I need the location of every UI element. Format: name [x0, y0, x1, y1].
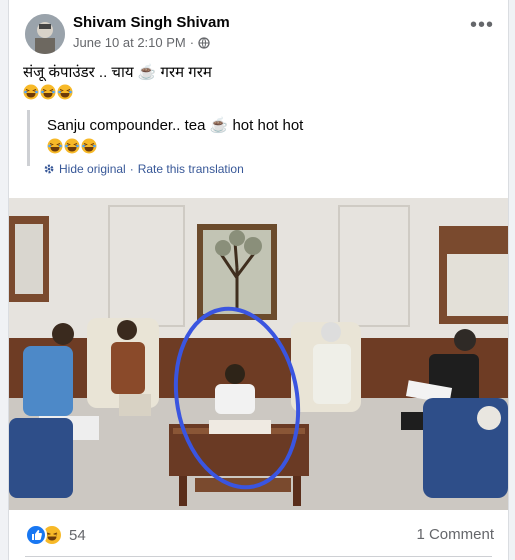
- laughing-emoji-icon: [81, 138, 97, 154]
- post-footer: 54 1 Comment: [9, 512, 508, 557]
- gear-icon[interactable]: [43, 163, 55, 175]
- laughing-emoji-icon: [57, 84, 73, 100]
- original-post-text: संजू कंपाउंडर .. चाय ☕ गरम गरम: [23, 64, 212, 81]
- laughing-emoji-icon: [64, 138, 80, 154]
- hide-original-link[interactable]: Hide original: [59, 162, 126, 176]
- globe-icon: [198, 36, 210, 49]
- post-card: Shivam Singh Shivam June 10 at 2:10 PM ·…: [8, 0, 509, 560]
- photo-illustration: [9, 198, 508, 510]
- rate-translation-link[interactable]: Rate this translation: [138, 162, 244, 176]
- post-meta: June 10 at 2:10 PM ·: [73, 35, 210, 50]
- post-photo[interactable]: [9, 198, 508, 510]
- like-icon: [25, 524, 47, 546]
- post-date[interactable]: June 10 at 2:10 PM: [73, 35, 186, 50]
- author-avatar[interactable]: [25, 14, 65, 54]
- translated-text: Sanju compounder.. tea ☕ hot hot hot: [47, 117, 304, 134]
- reactions-summary[interactable]: 54: [25, 524, 86, 546]
- more-options-icon[interactable]: •••: [470, 15, 494, 35]
- laughing-emoji-icon: [23, 84, 39, 100]
- author-name[interactable]: Shivam Singh Shivam: [73, 14, 230, 31]
- comments-count-link[interactable]: 1 Comment: [416, 526, 494, 543]
- translated-emoji-row: [47, 138, 97, 154]
- laughing-emoji-icon: [47, 138, 63, 154]
- meta-separator: ·: [189, 35, 195, 50]
- footer-divider: [25, 556, 492, 557]
- link-separator: ·: [129, 162, 134, 176]
- original-emoji-row: [23, 84, 73, 100]
- reaction-count: 54: [69, 526, 86, 544]
- laughing-emoji-icon: [40, 84, 56, 100]
- translation-block: Sanju compounder.. tea ☕ hot hot hot: [27, 110, 506, 166]
- translation-links: Hide original · Rate this translation: [43, 162, 244, 176]
